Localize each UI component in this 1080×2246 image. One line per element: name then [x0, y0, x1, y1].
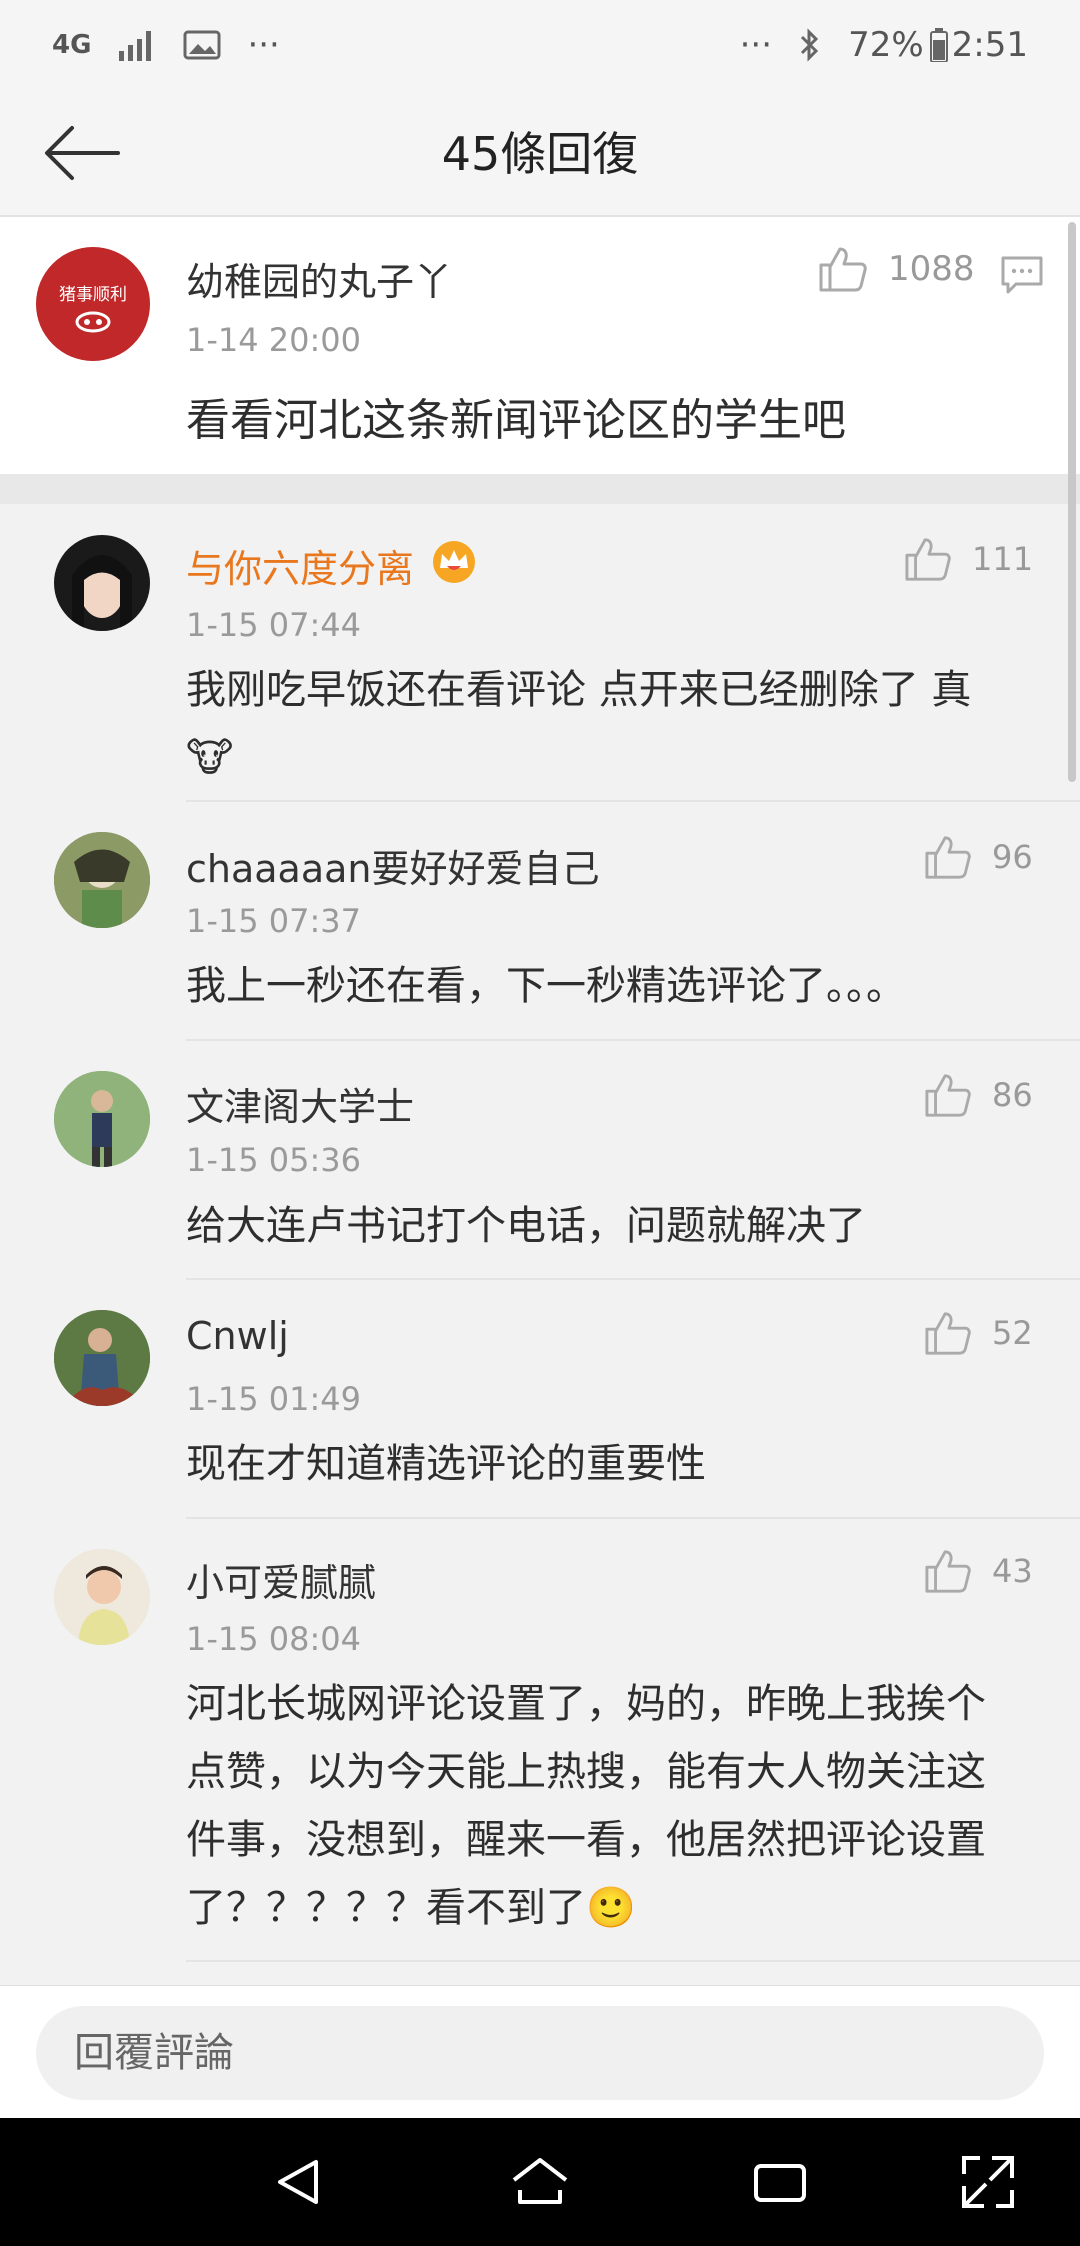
- like-button[interactable]: 111: [904, 536, 1033, 582]
- divider: [186, 1039, 1080, 1041]
- avatar[interactable]: 猪事顺利: [36, 247, 150, 361]
- like-button[interactable]: 43: [924, 1548, 1033, 1594]
- thumbs-up-icon: [925, 1312, 971, 1355]
- thumbs-up-icon: [925, 1074, 971, 1117]
- thumbs-up-icon: [905, 538, 951, 581]
- reply-input[interactable]: 回覆評論: [36, 2006, 1044, 2100]
- scrollbar[interactable]: [1068, 222, 1076, 782]
- avatar-text: 猪事顺利: [59, 285, 127, 305]
- navigation-bar: [0, 2118, 1080, 2246]
- timestamp: 1-15 07:37: [186, 902, 362, 940]
- recents-icon: [754, 2164, 806, 2202]
- timestamp: 1-14 20:00: [186, 321, 362, 359]
- timestamp: 1-15 01:49: [186, 1380, 362, 1418]
- status-bar: 4G ··· ··· 72% 2:51: [0, 0, 1080, 90]
- like-count: 52: [992, 1314, 1033, 1352]
- divider: [186, 1278, 1080, 1280]
- avatar[interactable]: [54, 1310, 150, 1406]
- timestamp: 1-15 08:04: [186, 1620, 362, 1658]
- comment-text: 看看河北这条新闻评论区的学生吧: [186, 395, 846, 446]
- root-comment: 猪事顺利 幼稚园的丸子丫 1-14 20:00 1088 看看河北这条新闻评论区…: [0, 217, 1080, 474]
- page-title: 45條回復: [441, 127, 639, 181]
- author-name[interactable]: 文津阁大学士: [186, 1076, 414, 1131]
- network-type: 4G: [52, 30, 92, 60]
- author-name[interactable]: 幼稚园的丸子丫: [186, 251, 452, 306]
- cow-emoji: 🐮: [186, 735, 234, 781]
- nav-back-button[interactable]: [264, 2146, 336, 2218]
- nav-expand-button[interactable]: [952, 2146, 1024, 2218]
- avatar[interactable]: [54, 832, 150, 928]
- like-button[interactable]: 1088: [818, 245, 975, 293]
- like-button[interactable]: 96: [924, 834, 1033, 880]
- timestamp: 1-15 05:36: [186, 1141, 362, 1179]
- reply-icon[interactable]: [1000, 255, 1044, 299]
- image-icon: [183, 29, 221, 61]
- comment-text: 河北长城网评论设置了，妈的，昨晚上我挨个 点赞，以为今天能上热搜，能有大人物关注…: [186, 1670, 986, 1942]
- bluetooth-icon: [798, 27, 822, 63]
- divider: [186, 800, 1080, 802]
- comment-text-line: 了？？？？？看不到了: [186, 1885, 586, 1931]
- thumbs-up-icon: [925, 1550, 971, 1593]
- home-icon: [512, 2158, 568, 2204]
- divider: [186, 1517, 1080, 1519]
- signal-icon: [117, 29, 157, 61]
- comment-text-line: 件事，没想到，醒来一看，他居然把评论设置: [186, 1817, 986, 1863]
- like-button[interactable]: 86: [924, 1072, 1033, 1118]
- like-count: 111: [972, 540, 1034, 578]
- author-name[interactable]: 与你六度分离: [186, 538, 414, 593]
- timestamp: 1-15 07:44: [186, 606, 362, 644]
- comment-text: 我刚吃早饭还在看评论 点开来已经删除了 真 🐮: [186, 656, 1036, 792]
- smile-emoji: 🙂: [586, 1885, 636, 1931]
- comment-text: 我上一秒还在看，下一秒精选评论了。。。: [186, 963, 906, 1009]
- comment-text-line: 点赞，以为今天能上热搜，能有大人物关注这: [186, 1749, 986, 1795]
- section-divider: [0, 474, 1080, 504]
- author-name[interactable]: Cnwlj: [186, 1314, 289, 1358]
- comment-text: 现在才知道精选评论的重要性: [186, 1441, 706, 1487]
- triangle-back-icon: [278, 2160, 318, 2204]
- author-name[interactable]: chaaaaan要好好爱自己: [186, 838, 600, 893]
- like-count: 1088: [888, 249, 975, 289]
- like-button[interactable]: 52: [924, 1310, 1033, 1356]
- nav-home-button[interactable]: [504, 2146, 576, 2218]
- comment-text: 给大连卢书记打个电话，问题就解决了: [186, 1203, 866, 1249]
- battery-percent: 72%: [848, 25, 924, 65]
- comment-text-line: 我刚吃早饭还在看评论 点开来已经删除了 真: [186, 667, 972, 713]
- expand-icon: [962, 2156, 1014, 2208]
- avatar[interactable]: [54, 1071, 150, 1167]
- more-status: ···: [739, 25, 773, 65]
- thumbs-up-icon: [819, 247, 867, 292]
- avatar[interactable]: [54, 535, 150, 631]
- more-notifications: ···: [247, 25, 280, 65]
- divider: [186, 1960, 1080, 1962]
- header: 45條回復: [0, 90, 1080, 217]
- vip-crown-icon: [430, 538, 478, 590]
- like-count: 43: [992, 1552, 1033, 1590]
- comment-text-line: 河北长城网评论设置了，妈的，昨晚上我挨个: [186, 1681, 986, 1727]
- author-name[interactable]: 小可爱腻腻: [186, 1552, 376, 1607]
- like-count: 86: [992, 1076, 1033, 1114]
- avatar[interactable]: [54, 1549, 150, 1645]
- nav-recents-button[interactable]: [744, 2146, 816, 2218]
- battery-icon: [929, 28, 948, 62]
- clock: 2:51: [951, 25, 1028, 65]
- thumbs-up-icon: [925, 836, 971, 879]
- like-count: 96: [992, 838, 1033, 876]
- reply-bar: 回覆評論: [0, 1985, 1080, 2119]
